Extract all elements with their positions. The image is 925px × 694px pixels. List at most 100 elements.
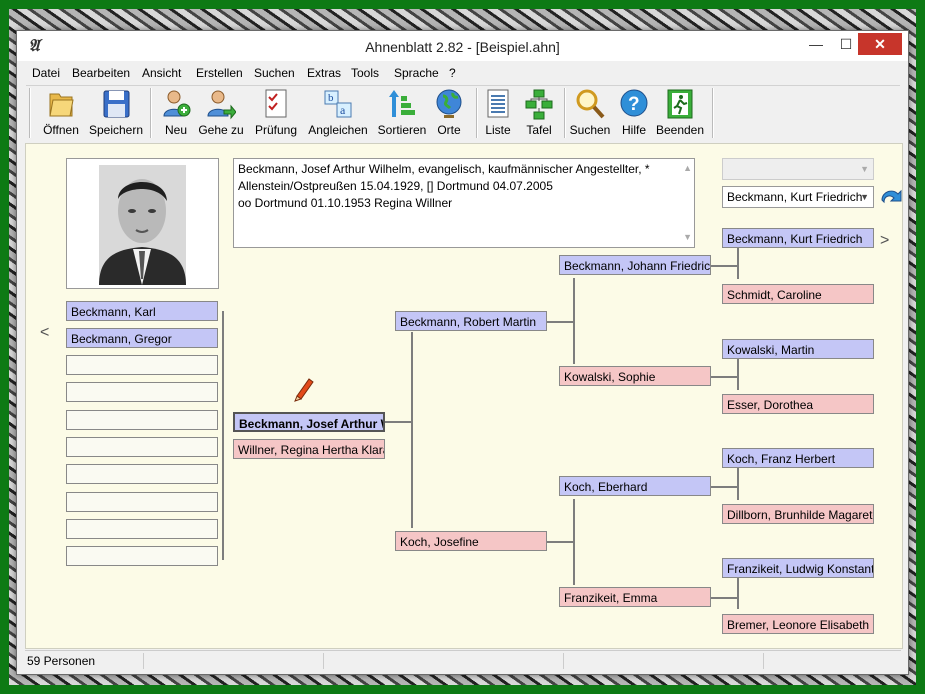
board-button[interactable]: Tafel	[521, 88, 557, 140]
person-photo[interactable]	[66, 158, 219, 289]
new-person-button[interactable]: Neu	[158, 88, 194, 140]
great-grandparent-box[interactable]: Schmidt, Caroline	[722, 284, 874, 304]
scroll-up-icon[interactable]: ▲	[683, 160, 692, 177]
open-button[interactable]: Öffnen	[38, 88, 84, 140]
align-label: Angleichen	[308, 123, 368, 137]
child-box[interactable]: Beckmann, Karl	[66, 301, 218, 321]
info-line: Allenstein/Ostpreußen 15.04.1929, [] Dor…	[238, 179, 553, 193]
person-arrow-icon	[207, 90, 236, 120]
great-grandparent-box[interactable]: Kowalski, Martin	[722, 339, 874, 359]
menu-bearbeiten[interactable]: Bearbeiten	[72, 66, 130, 80]
connector-line	[411, 332, 413, 528]
status-panel	[765, 653, 885, 669]
children-connector	[222, 311, 224, 560]
menu-datei[interactable]: Datei	[32, 66, 60, 80]
goto-button[interactable]: Gehe zu	[198, 88, 244, 140]
menu-sprache[interactable]: Sprache	[394, 66, 439, 80]
portrait-image	[99, 165, 186, 285]
connector-line	[711, 486, 737, 488]
places-button[interactable]: Orte	[431, 88, 467, 140]
minimize-button[interactable]: —	[801, 33, 831, 55]
sort-button[interactable]: Sortieren	[376, 88, 428, 140]
ancestor-combo-value: Beckmann, Kurt Friedrich	[727, 190, 863, 204]
child-box[interactable]	[66, 464, 218, 484]
pedigree-panel: Beckmann, Josef Arthur Wilhelm, evangeli…	[25, 143, 903, 649]
status-panel	[325, 653, 564, 669]
svg-text:?: ?	[628, 94, 640, 115]
close-button[interactable]: ✕	[858, 33, 902, 55]
child-box[interactable]	[66, 519, 218, 539]
history-combo[interactable]: ▼	[722, 158, 874, 180]
status-panel	[145, 653, 324, 669]
align-button[interactable]: b a Angleichen	[307, 88, 369, 140]
app-window: 𝔄 Ahnenblatt 2.82 - [Beispiel.ahn] — ☐ ✕…	[16, 30, 909, 675]
refresh-arrow-icon[interactable]	[878, 184, 904, 208]
save-button[interactable]: Speichern	[88, 88, 144, 140]
child-box[interactable]	[66, 410, 218, 430]
quit-button[interactable]: Beenden	[655, 88, 705, 140]
mother-box[interactable]: Koch, Josefine	[395, 531, 547, 551]
save-label: Speichern	[88, 123, 144, 137]
toolbar: Öffnen Speichern Neu Gehe zu Prüfung b a…	[26, 85, 900, 141]
next-generation-arrow[interactable]: >	[880, 232, 889, 250]
pencil-icon[interactable]	[292, 376, 314, 402]
menu-suchen[interactable]: Suchen	[254, 66, 295, 80]
spouse-box[interactable]: Willner, Regina Hertha Klara	[233, 439, 385, 459]
proband-box[interactable]: Beckmann, Josef Arthur Wilhelm	[233, 412, 385, 432]
toolbar-separator	[29, 88, 31, 138]
letters-a-b-icon: b a	[324, 90, 352, 118]
great-grandparent-box[interactable]: Dillborn, Brunhilde Magarete	[722, 504, 874, 524]
great-grandparent-box[interactable]: Bremer, Leonore Elisabeth	[722, 614, 874, 634]
menu-ansicht[interactable]: Ansicht	[142, 66, 181, 80]
father-box[interactable]: Beckmann, Robert Martin	[395, 311, 547, 331]
child-box[interactable]	[66, 437, 218, 457]
status-bar: 59 Personen	[25, 650, 901, 671]
menu-help[interactable]: ?	[449, 66, 456, 80]
grandparent-box[interactable]: Franzikeit, Emma	[559, 587, 711, 607]
child-box[interactable]: Beckmann, Gregor	[66, 328, 218, 348]
great-grandparent-box[interactable]: Franzikeit, Ludwig Konstantin	[722, 558, 874, 578]
menu-erstellen[interactable]: Erstellen	[196, 66, 243, 80]
check-button[interactable]: Prüfung	[251, 88, 301, 140]
help-button[interactable]: ? Hilfe	[616, 88, 652, 140]
child-box[interactable]	[66, 355, 218, 375]
ancestor-combo[interactable]: Beckmann, Kurt Friedrich ▼	[722, 186, 874, 208]
search-button[interactable]: Suchen	[568, 88, 612, 140]
help-label: Hilfe	[621, 123, 646, 137]
maximize-button[interactable]: ☐	[831, 33, 861, 55]
great-grandparent-box[interactable]: Koch, Franz Herbert	[722, 448, 874, 468]
connector-line	[711, 265, 737, 267]
person-info-text[interactable]: Beckmann, Josef Arthur Wilhelm, evangeli…	[233, 158, 695, 248]
great-grandparent-box[interactable]: Esser, Dorothea	[722, 394, 874, 414]
board-label: Tafel	[526, 123, 552, 137]
grandparent-box[interactable]: Koch, Eberhard	[559, 476, 711, 496]
child-box[interactable]	[66, 492, 218, 512]
great-grandparent-box[interactable]: Beckmann, Kurt Friedrich	[722, 228, 874, 248]
list-icon	[487, 89, 509, 118]
help-icon: ?	[620, 89, 648, 117]
info-line: Beckmann, Josef Arthur Wilhelm, evangeli…	[238, 162, 650, 176]
previous-generation-arrow[interactable]: <	[40, 324, 49, 342]
connector-line	[547, 321, 573, 323]
check-label: Prüfung	[254, 123, 298, 137]
connector-line	[573, 499, 575, 585]
window-title: Ahnenblatt 2.82 - [Beispiel.ahn]	[365, 39, 560, 55]
family-tree-icon	[525, 89, 553, 120]
list-button[interactable]: Liste	[482, 88, 514, 140]
open-label: Öffnen	[43, 123, 79, 137]
menu-extras[interactable]: Extras	[307, 66, 341, 80]
child-box[interactable]	[66, 382, 218, 402]
goto-label: Gehe zu	[198, 123, 244, 137]
info-line: oo Dortmund 01.10.1953 Regina Willner	[238, 196, 453, 210]
folder-icon	[49, 93, 74, 117]
add-person-icon	[163, 90, 191, 117]
grandparent-box[interactable]: Beckmann, Johann Friedrich	[559, 255, 711, 275]
menu-tools[interactable]: Tools	[351, 66, 379, 80]
chevron-down-icon: ▼	[860, 164, 869, 174]
search-label: Suchen	[569, 123, 611, 137]
child-box[interactable]	[66, 546, 218, 566]
grandparent-box[interactable]: Kowalski, Sophie	[559, 366, 711, 386]
new-label: Neu	[164, 123, 187, 137]
connector-line	[573, 278, 575, 364]
scroll-down-icon[interactable]: ▼	[683, 229, 692, 246]
